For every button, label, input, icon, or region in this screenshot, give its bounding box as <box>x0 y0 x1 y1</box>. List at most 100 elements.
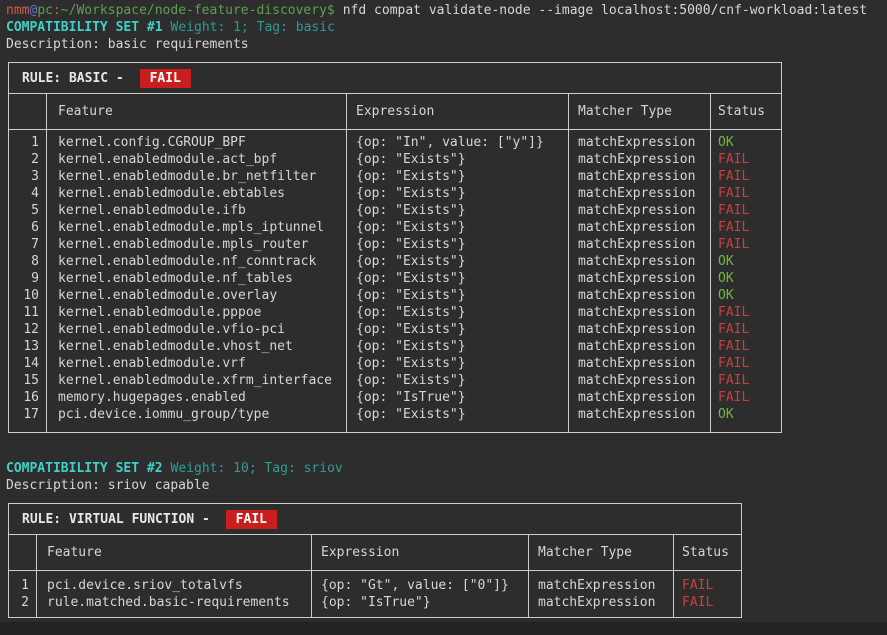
column-header: Feature <box>36 544 311 561</box>
status-cell: OK <box>710 270 781 287</box>
prompt-path: ~/Workspace/node-feature-discovery <box>61 3 327 18</box>
table-body: 1kernel.config.CGROUP_BPF{op: "In", valu… <box>9 130 781 432</box>
expression-cell: {op: "Exists"} <box>346 168 568 185</box>
rule-header-bar: RULE: BASIC - FAIL <box>9 63 781 94</box>
expression-cell: {op: "Exists"} <box>346 338 568 355</box>
expression-cell: {op: "Exists"} <box>346 151 568 168</box>
rule-label: RULE: BASIC - <box>22 70 132 87</box>
row-number: 10 <box>9 287 46 304</box>
status-cell: OK <box>710 287 781 304</box>
status-cell: FAIL <box>710 355 781 372</box>
status-cell: FAIL <box>673 577 741 594</box>
feature-cell: kernel.enabledmodule.ifb <box>46 202 346 219</box>
status-cell: FAIL <box>710 219 781 236</box>
matcher-type-cell: matchExpression <box>568 287 710 304</box>
compat-set-2-heading: COMPATIBILITY SET #2Weight: 10; Tag: sri… <box>6 460 343 477</box>
matcher-type-cell: matchExpression <box>528 577 673 594</box>
compat-set-2-description: Description: sriov capable <box>6 477 210 494</box>
table-body: 1pci.device.sriov_totalvfs{op: "Gt", val… <box>9 571 741 617</box>
row-number: 2 <box>9 151 46 168</box>
matcher-type-cell: matchExpression <box>568 151 710 168</box>
expression-cell: {op: "Exists"} <box>346 253 568 270</box>
expression-cell: {op: "Exists"} <box>346 185 568 202</box>
rule-table-basic: RULE: BASIC - FAIL FeatureExpressionMatc… <box>8 62 782 433</box>
feature-cell: kernel.enabledmodule.br_netfilter <box>46 168 346 185</box>
expression-cell: {op: "Exists"} <box>346 406 568 423</box>
matcher-type-cell: matchExpression <box>568 185 710 202</box>
status-cell: FAIL <box>710 168 781 185</box>
status-cell: FAIL <box>710 338 781 355</box>
column-divider <box>528 535 529 617</box>
expression-cell: {op: "IsTrue"} <box>311 594 528 611</box>
row-number: 6 <box>9 219 46 236</box>
matcher-type-cell: matchExpression <box>568 389 710 406</box>
compat-set-2-meta: Weight: 10; Tag: sriov <box>171 461 343 476</box>
matcher-type-cell: matchExpression <box>568 304 710 321</box>
status-cell: FAIL <box>710 321 781 338</box>
matcher-type-cell: matchExpression <box>568 270 710 287</box>
rule-header-bar: RULE: VIRTUAL FUNCTION - FAIL <box>9 504 741 535</box>
prompt-user: nmm <box>6 3 29 18</box>
column-header: Expression <box>311 544 528 561</box>
column-divider <box>36 535 37 617</box>
status-cell: FAIL <box>710 202 781 219</box>
column-header: Matcher Type <box>528 544 673 561</box>
row-number: 2 <box>9 594 36 611</box>
table-columns-area: FeatureExpressionMatcher TypeStatus 1pci… <box>9 535 741 617</box>
feature-cell: kernel.enabledmodule.vhost_net <box>46 338 346 355</box>
matcher-type-cell: matchExpression <box>568 168 710 185</box>
prompt-colon: : <box>53 3 61 18</box>
feature-cell: kernel.enabledmodule.overlay <box>46 287 346 304</box>
command-text: nfd compat validate-node --image localho… <box>343 3 867 18</box>
row-number: 17 <box>9 406 46 423</box>
status-cell: FAIL <box>710 372 781 389</box>
expression-cell: {op: "Gt", value: ["0"]} <box>311 577 528 594</box>
rule-status-badge: FAIL <box>226 510 277 529</box>
terminal-window[interactable]: nmm@pc:~/Workspace/node-feature-discover… <box>0 0 887 635</box>
feature-cell: kernel.enabledmodule.nf_tables <box>46 270 346 287</box>
matcher-type-cell: matchExpression <box>568 355 710 372</box>
feature-cell: memory.hugepages.enabled <box>46 389 346 406</box>
column-header: Feature <box>46 103 346 120</box>
feature-cell: kernel.enabledmodule.mpls_iptunnel <box>46 219 346 236</box>
table-header-row: FeatureExpressionMatcher TypeStatus <box>9 94 781 130</box>
status-cell: OK <box>710 253 781 270</box>
matcher-type-cell: matchExpression <box>568 372 710 389</box>
status-cell: FAIL <box>710 236 781 253</box>
status-cell: FAIL <box>710 389 781 406</box>
feature-cell: kernel.config.CGROUP_BPF <box>46 134 346 151</box>
column-header: Status <box>673 544 741 561</box>
column-divider <box>673 535 674 617</box>
column-divider <box>710 94 711 432</box>
rule-status-badge: FAIL <box>140 69 191 88</box>
column-header: Matcher Type <box>568 103 710 120</box>
matcher-type-cell: matchExpression <box>568 406 710 423</box>
feature-cell: kernel.enabledmodule.vrf <box>46 355 346 372</box>
status-cell: FAIL <box>673 594 741 611</box>
expression-cell: {op: "Exists"} <box>346 304 568 321</box>
row-number: 4 <box>9 185 46 202</box>
expression-cell: {op: "Exists"} <box>346 219 568 236</box>
status-cell: OK <box>710 406 781 423</box>
row-number: 11 <box>9 304 46 321</box>
compat-set-1-heading: COMPATIBILITY SET #1Weight: 1; Tag: basi… <box>6 19 335 36</box>
matcher-type-cell: matchExpression <box>568 321 710 338</box>
feature-cell: kernel.enabledmodule.mpls_router <box>46 236 346 253</box>
column-divider <box>568 94 569 432</box>
compat-set-1-meta: Weight: 1; Tag: basic <box>171 20 335 35</box>
row-number: 7 <box>9 236 46 253</box>
column-divider <box>311 535 312 617</box>
row-number: 3 <box>9 168 46 185</box>
feature-cell: pci.device.iommu_group/type <box>46 406 346 423</box>
expression-cell: {op: "IsTrue"} <box>346 389 568 406</box>
row-number: 5 <box>9 202 46 219</box>
status-cell: FAIL <box>710 151 781 168</box>
rule-label: RULE: VIRTUAL FUNCTION - <box>22 511 218 528</box>
column-header: Expression <box>346 103 568 120</box>
row-number: 14 <box>9 355 46 372</box>
expression-cell: {op: "Exists"} <box>346 287 568 304</box>
row-number: 13 <box>9 338 46 355</box>
row-number: 1 <box>9 134 46 151</box>
expression-cell: {op: "Exists"} <box>346 372 568 389</box>
expression-cell: {op: "Exists"} <box>346 321 568 338</box>
